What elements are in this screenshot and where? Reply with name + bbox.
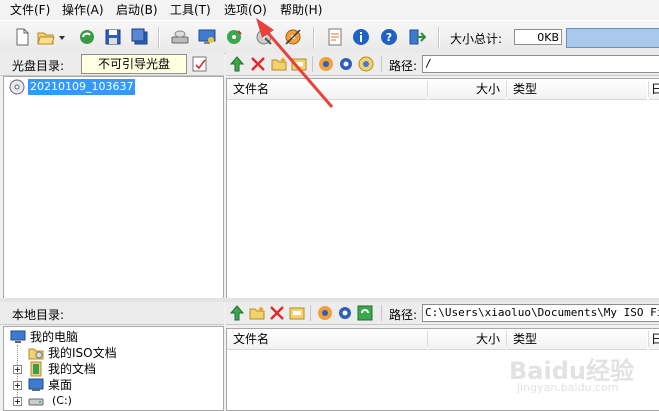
menu-tools[interactable]: 工具(T): [170, 2, 211, 18]
toolbar-separator: [313, 27, 315, 49]
menu-boot[interactable]: 启动(B): [116, 2, 158, 18]
menu-options[interactable]: 选项(O): [224, 2, 267, 18]
toolbar: ? 大小总计: 0KB: [0, 20, 659, 54]
add-files-icon[interactable]: [317, 305, 333, 321]
disc-icon: [9, 79, 25, 95]
burn-icon[interactable]: [198, 28, 216, 46]
refresh-icon[interactable]: [78, 28, 96, 46]
disc-path-label: 路径:: [389, 59, 418, 73]
column-size[interactable]: 大小: [428, 329, 506, 350]
watermark-url: jingyan.baidu.com: [517, 381, 619, 394]
capacity-bar: [566, 28, 659, 48]
local-file-list: 文件名 大小 类型 日 Baidu经验 jingyan.baidu.com: [226, 328, 659, 411]
up-level-icon[interactable]: [229, 56, 245, 72]
toolbar-separator: [381, 305, 382, 321]
toolbar-separator: [158, 27, 160, 49]
help-icon[interactable]: ?: [380, 28, 398, 46]
disc-label: 光盘目录:: [12, 59, 65, 73]
settings-icon[interactable]: [338, 56, 354, 72]
local-file-toolbar: 路径: C:\Users\xiaoluo\Documents\My ISO Fi…: [226, 302, 659, 325]
svg-text:?: ?: [386, 31, 392, 44]
properties-small-icon[interactable]: [358, 56, 374, 72]
mount-icon[interactable]: [255, 28, 273, 46]
info-icon[interactable]: [352, 28, 370, 46]
disc-panel-header: 光盘目录: 不可引导光盘: [0, 53, 224, 76]
menu-action[interactable]: 操作(A): [62, 2, 104, 18]
expand-icon[interactable]: [13, 381, 22, 390]
hard-drive-icon: [28, 398, 44, 406]
computer-icon: [10, 330, 26, 343]
tree-item-my-computer[interactable]: 我的电脑: [30, 329, 78, 345]
menu-file[interactable]: 文件(F): [10, 2, 50, 18]
delete-icon[interactable]: [269, 305, 285, 321]
column-filename[interactable]: 文件名: [227, 329, 427, 350]
refresh-list-icon[interactable]: [357, 305, 373, 321]
edit-boot-icon[interactable]: [192, 56, 208, 72]
new-folder-icon[interactable]: [249, 305, 265, 321]
column-size[interactable]: 大小: [428, 79, 506, 100]
iso-folder-icon: [28, 348, 44, 360]
exit-icon[interactable]: [408, 28, 426, 46]
toolbar-separator: [381, 56, 382, 72]
new-file-icon[interactable]: [13, 28, 31, 46]
boot-status-box: 不可引导光盘: [81, 54, 187, 74]
compress-icon[interactable]: [225, 28, 243, 46]
toolbar-separator: [312, 56, 313, 72]
menu-help[interactable]: 帮助(H): [280, 2, 322, 18]
expand-icon[interactable]: [13, 365, 22, 374]
size-total-value: 0KB: [514, 29, 562, 45]
rename-icon[interactable]: [291, 56, 307, 72]
size-total-label: 大小总计:: [450, 32, 503, 46]
new-folder-icon[interactable]: [271, 56, 287, 72]
tree-item-iso-docs[interactable]: 我的ISO文档: [48, 345, 117, 361]
menu-bar: 文件(F) 操作(A) 启动(B) 工具(T) 选项(O) 帮助(H): [0, 0, 659, 20]
toolbar-separator: [438, 27, 440, 49]
save-icon[interactable]: [104, 28, 122, 46]
up-level-icon[interactable]: [229, 305, 245, 321]
tree-item-c-drive[interactable]: (C:): [52, 393, 72, 409]
local-path-input[interactable]: C:\Users\xiaoluo\Documents\My ISO Files: [422, 304, 659, 322]
tree-item-desktop[interactable]: 桌面: [48, 377, 72, 393]
column-date[interactable]: 日: [649, 329, 659, 350]
local-label: 本地目录:: [12, 308, 65, 322]
open-dropdown-icon[interactable]: [58, 35, 66, 41]
delete-icon[interactable]: [250, 56, 266, 72]
expand-icon[interactable]: [13, 397, 22, 406]
disc-path-input[interactable]: /: [422, 55, 659, 73]
add-files-icon[interactable]: [318, 56, 334, 72]
disc-tree-item[interactable]: 20210109_103637: [28, 79, 136, 95]
disc-file-toolbar: 路径: /: [226, 53, 659, 76]
local-panel-header: 本地目录:: [0, 302, 224, 325]
disc-file-list: 文件名 大小 类型 日: [226, 78, 659, 299]
column-type[interactable]: 类型: [507, 79, 647, 100]
tree-item-my-documents[interactable]: 我的文档: [48, 361, 96, 377]
save-as-icon[interactable]: [131, 28, 149, 46]
column-date[interactable]: 日: [649, 79, 659, 100]
rename-icon[interactable]: [289, 305, 305, 321]
virtual-drive-icon[interactable]: [284, 28, 302, 46]
settings-icon[interactable]: [337, 305, 353, 321]
drive-icon[interactable]: [171, 28, 189, 46]
column-filename[interactable]: 文件名: [227, 79, 427, 100]
desktop-icon: [28, 378, 44, 391]
column-type[interactable]: 类型: [507, 329, 647, 350]
documents-icon: [30, 361, 42, 377]
local-path-label: 路径:: [389, 308, 418, 322]
properties-icon[interactable]: [326, 28, 344, 46]
toolbar-separator: [310, 305, 311, 321]
open-folder-icon[interactable]: [37, 28, 55, 46]
disc-tree: 20210109_103637: [3, 76, 224, 299]
local-tree: 我的电脑 我的ISO文档 我的文档 桌面 (C:): [3, 326, 224, 411]
